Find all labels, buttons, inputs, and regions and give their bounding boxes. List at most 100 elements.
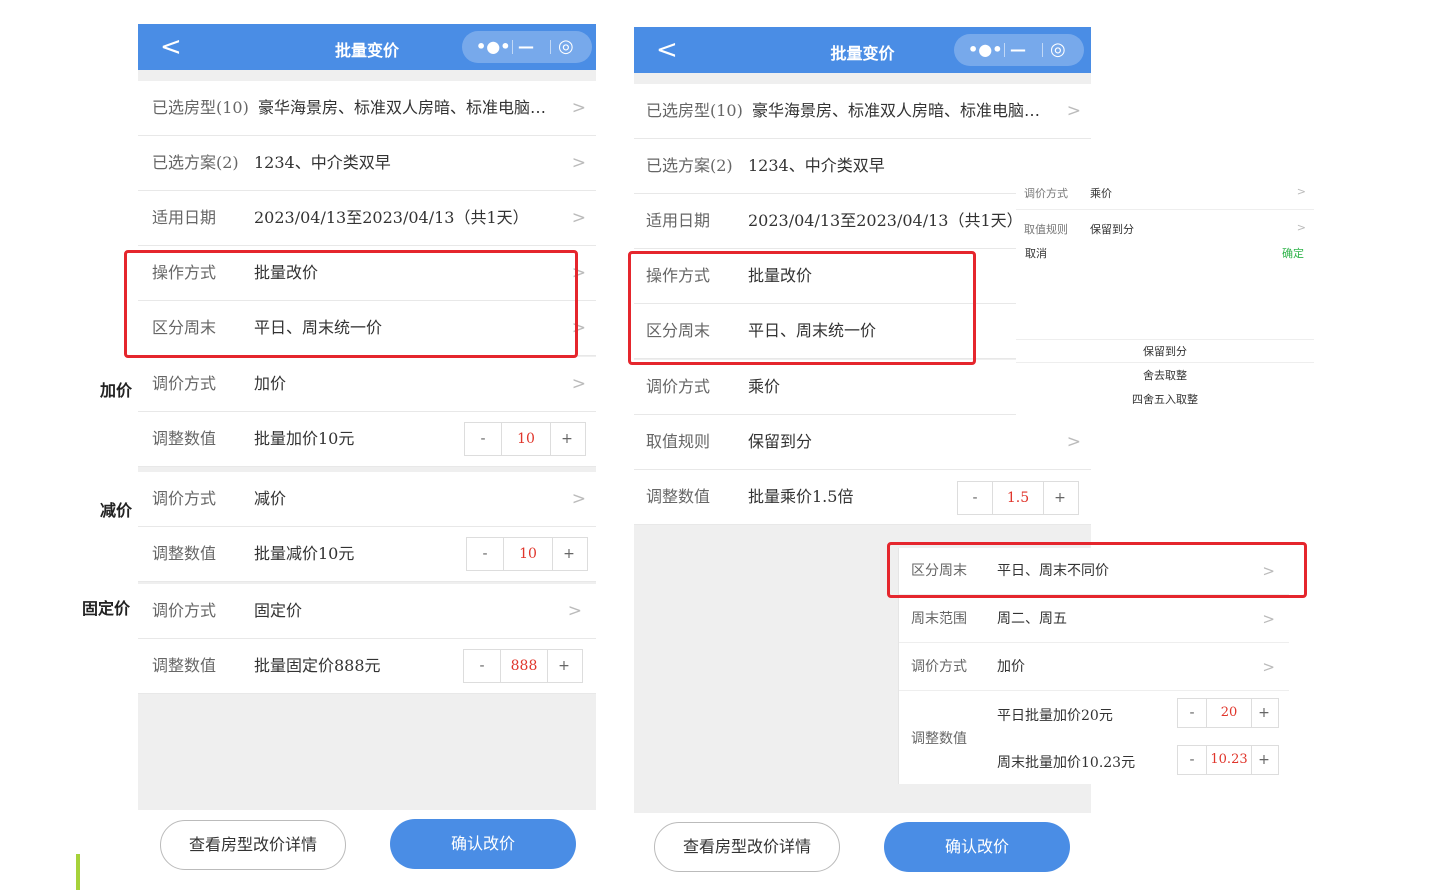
bottom-action-bar: 查看房型改价详情 确认改价 bbox=[138, 810, 596, 880]
row-value: 乘价 bbox=[748, 377, 781, 396]
row-label: 调整数值 bbox=[152, 429, 217, 448]
chevron-right-icon: > bbox=[571, 98, 586, 118]
plus-button[interactable]: + bbox=[546, 650, 582, 682]
row-value: 加价 bbox=[997, 659, 1025, 675]
row-label: 调整数值 bbox=[152, 544, 217, 563]
row-label: 调整数值 bbox=[646, 487, 711, 506]
row-value: 1234、中介类双早 bbox=[254, 153, 391, 172]
row-label: 已选方案(2) bbox=[152, 153, 239, 172]
selected-plans-row[interactable]: 已选方案(2) 1234、中介类双早 > bbox=[138, 136, 596, 191]
minimize-icon[interactable]: — bbox=[1010, 34, 1026, 66]
stepper-input[interactable]: 10 bbox=[501, 423, 551, 455]
picker-option[interactable]: 舍去取整 bbox=[1016, 364, 1314, 386]
row-value: 加价 bbox=[254, 374, 287, 393]
quantity-stepper: - 10 + bbox=[464, 422, 586, 456]
rounding-rule-row[interactable]: 取值规则 保留到分 > bbox=[634, 415, 1091, 470]
confirm-button[interactable]: 确定 bbox=[1282, 245, 1304, 261]
picker-option[interactable]: 保留到分 bbox=[1016, 339, 1314, 363]
row-label: 适用日期 bbox=[152, 208, 217, 227]
chevron-right-icon: > bbox=[571, 208, 586, 228]
option-label: 舍去取整 bbox=[1143, 369, 1187, 382]
row-label: 已选房型(10) bbox=[152, 98, 249, 117]
weekend-adjust-value: 周末批量加价10.23元 bbox=[997, 755, 1136, 771]
title-bar: < 批量变价 •●• — ◎ bbox=[634, 27, 1091, 73]
adjust-mode-row[interactable]: 调价方式 加价 > bbox=[138, 357, 596, 412]
minus-button[interactable]: - bbox=[1178, 746, 1206, 774]
quantity-stepper: - 1.5 + bbox=[957, 481, 1079, 515]
minus-button[interactable]: - bbox=[464, 650, 500, 682]
adjust-mode-row[interactable]: 调价方式 减价 > bbox=[138, 472, 596, 527]
plus-button[interactable]: + bbox=[1250, 746, 1278, 774]
stepper-input[interactable]: 10 bbox=[503, 538, 553, 570]
minus-button[interactable]: - bbox=[958, 482, 992, 514]
plus-button[interactable]: + bbox=[551, 538, 587, 570]
more-icon[interactable]: •●• bbox=[968, 34, 1002, 66]
row-label: 取值规则 bbox=[646, 432, 711, 451]
adjust-value-row: 调整数值 批量加价10元 - 10 + bbox=[138, 412, 596, 467]
left-phone: < 批量变价 •●• — ◎ 已选房型(10) 豪华海景房、标准双人房暗、标准电… bbox=[138, 24, 596, 880]
row-value: 固定价 bbox=[254, 601, 303, 620]
view-details-button[interactable]: 查看房型改价详情 bbox=[654, 822, 840, 872]
picker-option[interactable]: 四舍五入取整 bbox=[1016, 388, 1314, 410]
more-icon[interactable]: •●• bbox=[476, 31, 510, 63]
chevron-right-icon: > bbox=[1296, 221, 1306, 234]
weekday-adjust-value: 平日批量加价20元 bbox=[997, 708, 1113, 724]
chevron-right-icon: > bbox=[571, 153, 586, 173]
stepper-input[interactable]: 10.23 bbox=[1206, 746, 1252, 774]
confirm-button[interactable]: 确认改价 bbox=[884, 822, 1070, 872]
row-label: 取值规则 bbox=[1024, 223, 1068, 236]
row-value: 豪华海景房、标准双人房暗、标准电脑… bbox=[258, 98, 547, 117]
chevron-right-icon: > bbox=[1296, 185, 1306, 198]
stepper-input[interactable]: 888 bbox=[500, 650, 548, 682]
target-icon[interactable]: ◎ bbox=[1050, 34, 1066, 66]
chevron-right-icon: > bbox=[571, 489, 586, 509]
row-label: 已选方案(2) bbox=[646, 156, 733, 175]
plus-button[interactable]: + bbox=[1042, 482, 1078, 514]
confirm-button[interactable]: 确认改价 bbox=[390, 819, 576, 869]
row-value: 乘价 bbox=[1090, 187, 1112, 200]
target-icon[interactable]: ◎ bbox=[558, 31, 574, 63]
adjust-mode-row[interactable]: 调价方式 固定价 > bbox=[138, 584, 596, 639]
stepper-input[interactable]: 1.5 bbox=[992, 482, 1044, 514]
quantity-stepper: - 10 + bbox=[466, 537, 588, 571]
minus-button[interactable]: - bbox=[465, 423, 501, 455]
row-label: 调价方式 bbox=[152, 601, 217, 620]
adjust-value-row: 调整数值 批量减价10元 - 10 + bbox=[138, 527, 596, 582]
title-bar: < 批量变价 •●• — ◎ bbox=[138, 24, 596, 70]
adjust-value-label: 调整数值 bbox=[911, 731, 967, 747]
plus-button[interactable]: + bbox=[1250, 699, 1278, 727]
row-label: 适用日期 bbox=[646, 211, 711, 230]
picker-row[interactable]: 取值规则 保留到分 > bbox=[1016, 211, 1314, 241]
minus-button[interactable]: - bbox=[467, 538, 503, 570]
side-label-add: 加价 bbox=[100, 381, 133, 400]
weekend-range-row[interactable]: 周末范围 周二、周五 > bbox=[899, 596, 1289, 643]
marker-bar bbox=[76, 854, 80, 890]
quantity-stepper: - 888 + bbox=[463, 649, 583, 683]
row-value: 批量乘价1.5倍 bbox=[748, 487, 854, 506]
row-value: 2023/04/13至2023/04/13（共1天） bbox=[254, 208, 529, 227]
adjust-value-row: 调整数值 批量固定价888元 - 888 + bbox=[138, 639, 596, 694]
stepper-input[interactable]: 20 bbox=[1206, 699, 1252, 727]
rounding-picker-panel: 调价方式 乘价 > 取值规则 保留到分 > 取消 确定 保留到分 舍去取整 四舍… bbox=[1016, 175, 1314, 419]
view-details-button[interactable]: 查看房型改价详情 bbox=[160, 820, 346, 870]
mini-program-capsule: •●• — ◎ bbox=[954, 34, 1084, 66]
row-label: 调价方式 bbox=[1024, 187, 1068, 200]
date-range-row[interactable]: 适用日期 2023/04/13至2023/04/13（共1天） > bbox=[138, 191, 596, 246]
plus-button[interactable]: + bbox=[549, 423, 585, 455]
row-label: 周末范围 bbox=[911, 611, 967, 627]
cancel-button[interactable]: 取消 bbox=[1025, 245, 1047, 261]
row-label: 调价方式 bbox=[911, 659, 967, 675]
adjust-mode-row[interactable]: 调价方式 加价 > bbox=[899, 644, 1289, 691]
row-label: 调价方式 bbox=[152, 374, 217, 393]
picker-row[interactable]: 调价方式 乘价 > bbox=[1016, 175, 1314, 210]
minimize-icon[interactable]: — bbox=[518, 31, 534, 63]
minus-button[interactable]: - bbox=[1178, 699, 1206, 727]
selected-room-types-row[interactable]: 已选房型(10) 豪华海景房、标准双人房暗、标准电脑… > bbox=[138, 81, 596, 136]
option-label: 四舍五入取整 bbox=[1132, 393, 1198, 406]
row-value: 保留到分 bbox=[748, 432, 813, 451]
adjust-value-row: 调整数值 批量乘价1.5倍 - 1.5 + bbox=[634, 470, 1091, 525]
chevron-right-icon: > bbox=[571, 374, 586, 394]
selected-room-types-row[interactable]: 已选房型(10) 豪华海景房、标准双人房暗、标准电脑… > bbox=[634, 84, 1091, 139]
highlight-box bbox=[887, 542, 1307, 598]
row-label: 调整数值 bbox=[152, 656, 217, 675]
